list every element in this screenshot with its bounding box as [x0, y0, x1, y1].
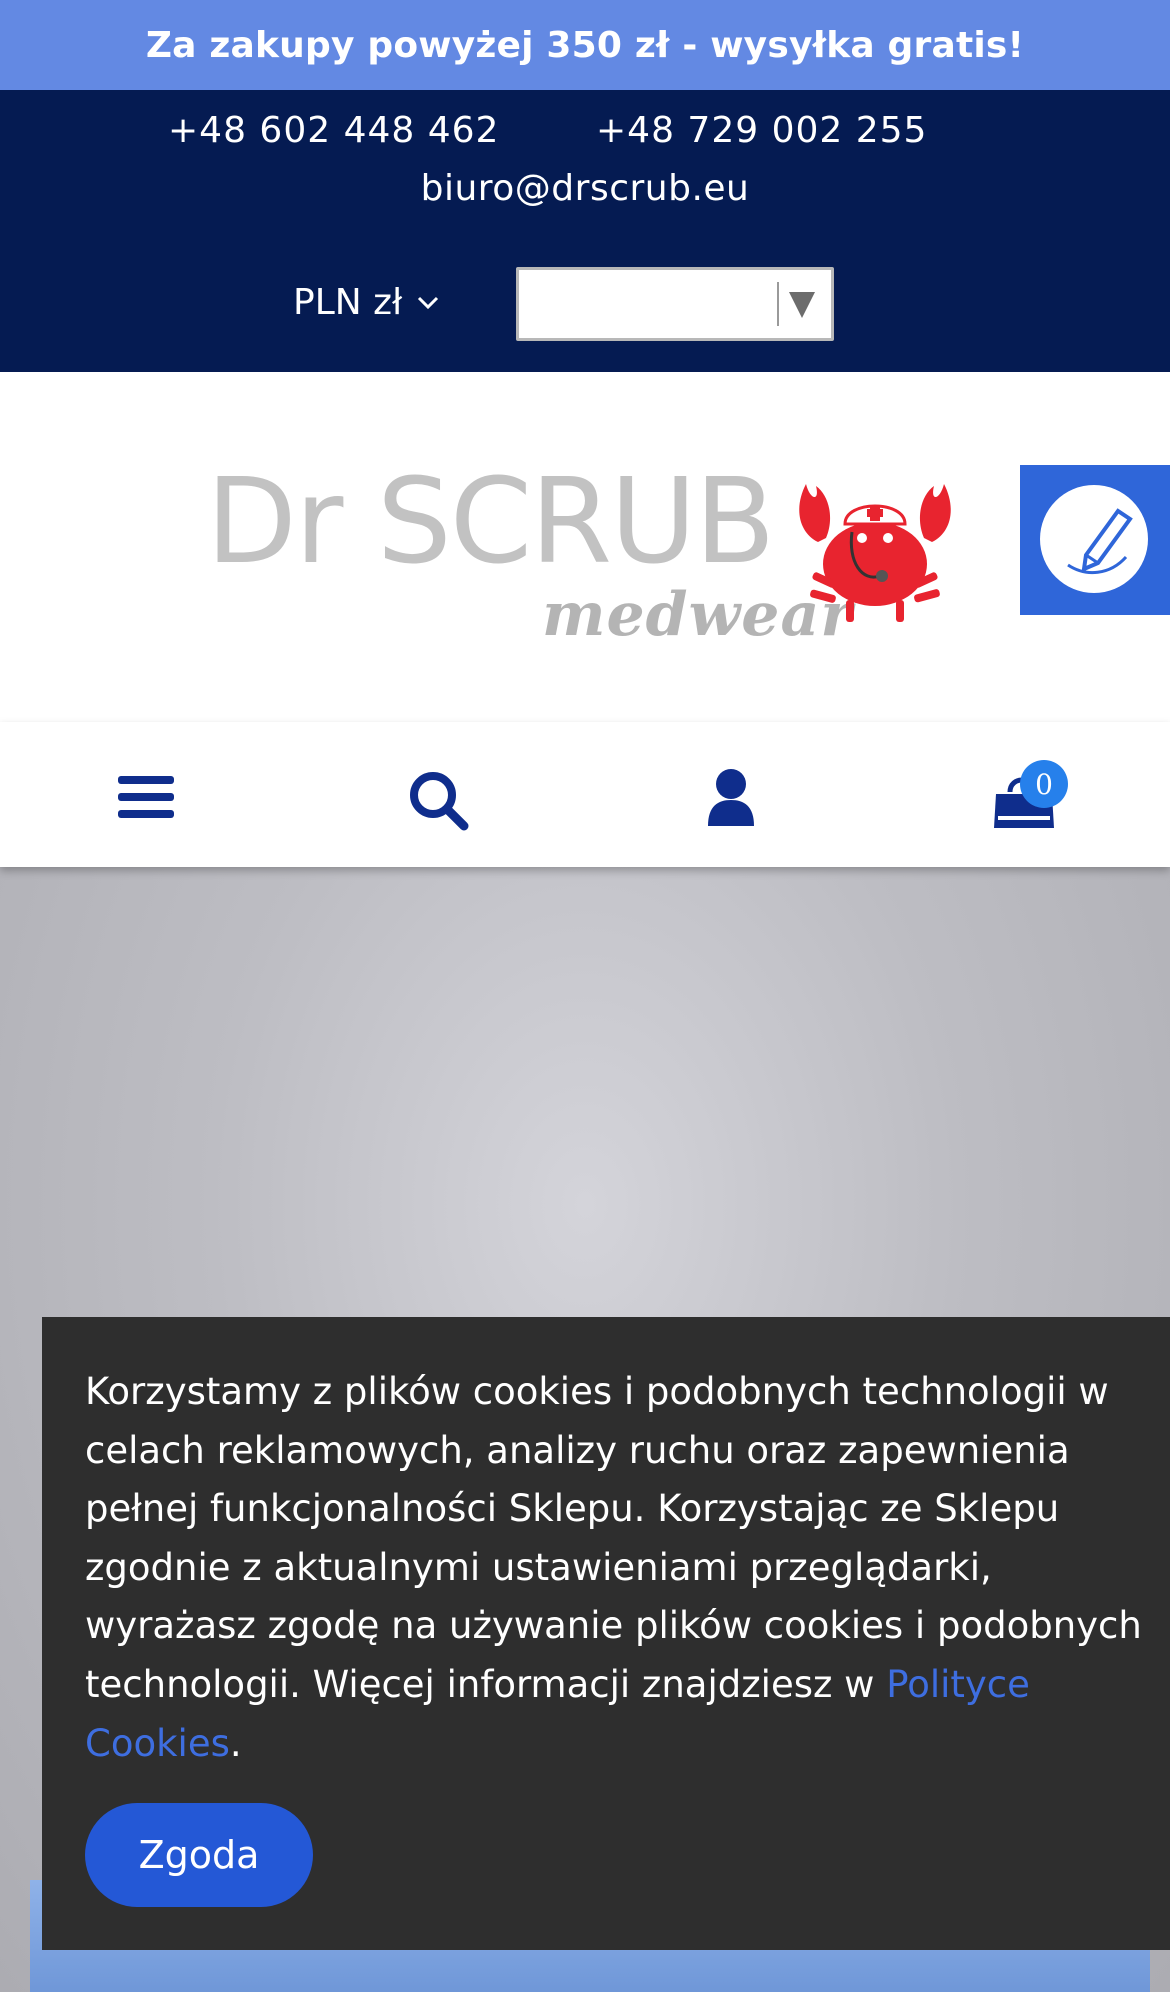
select-divider — [777, 282, 779, 326]
pen-icon — [1040, 485, 1148, 593]
promo-banner: Za zakupy powyżej 350 zł - wysyłka grati… — [0, 0, 1170, 90]
menu-icon[interactable] — [118, 772, 174, 822]
agree-button[interactable]: Zgoda — [85, 1803, 313, 1907]
cart-count-badge: 0 — [1020, 760, 1068, 808]
user-icon[interactable] — [706, 768, 756, 828]
brand-logo-text[interactable]: Dr SCRUB — [206, 462, 775, 580]
phone-link-2[interactable]: +48 729 002 255 — [596, 110, 927, 151]
mobile-nav-bar: 0 — [0, 722, 1170, 867]
cookie-message: Korzystamy z plików cookies i podobnych … — [85, 1370, 1142, 1765]
logo-area: Dr SCRUB medwear — [0, 372, 1170, 722]
promo-text: Za zakupy powyżej 350 zł - wysyłka grati… — [145, 24, 1025, 66]
contact-bar: +48 602 448 462 +48 729 002 255 biuro@dr… — [0, 90, 1170, 372]
email-link[interactable]: biuro@drscrub.eu — [0, 168, 1170, 209]
crab-logo-icon — [799, 484, 951, 622]
chevron-down-icon — [418, 296, 439, 309]
cookie-consent-panel: Korzystamy z plików cookies i podobnych … — [42, 1317, 1170, 1950]
phone-link-1[interactable]: +48 602 448 462 — [168, 110, 499, 151]
currency-label: PLN zł — [293, 282, 403, 323]
language-select[interactable] — [516, 267, 834, 341]
sign-button[interactable] — [1020, 465, 1170, 615]
dropdown-arrow-icon — [789, 292, 815, 318]
search-icon[interactable] — [408, 770, 470, 832]
currency-selector[interactable]: PLN zł — [293, 282, 440, 323]
